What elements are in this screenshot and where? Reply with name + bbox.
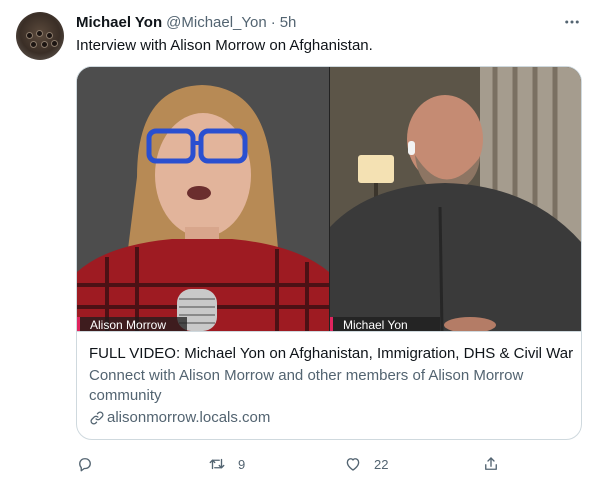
- speaker-right-image: [330, 67, 581, 331]
- speaker-name-tag-right: Michael Yon: [330, 317, 440, 331]
- separator: ·: [270, 13, 276, 31]
- video-panel-left: Alison Morrow: [77, 67, 329, 331]
- tweet[interactable]: Michael Yon @Michael_Yon · 5h Interview …: [0, 0, 598, 484]
- reply-button[interactable]: [76, 452, 94, 476]
- heart-icon: [346, 458, 360, 471]
- card-link-text: alisonmorrow.locals.com: [107, 409, 271, 426]
- tweet-text: Interview with Alison Morrow on Afghanis…: [76, 37, 373, 54]
- timestamp[interactable]: 5h: [280, 14, 297, 31]
- tweet-actions: 9 22: [76, 452, 506, 476]
- link-card[interactable]: Alison Morrow Michael Yon FULL VIDEO: Mi…: [76, 66, 582, 440]
- card-link[interactable]: alisonmorrow.locals.com: [89, 408, 569, 428]
- card-description: Connect with Alison Morrow and other mem…: [89, 367, 524, 404]
- card-info[interactable]: FULL VIDEO: Michael Yon on Afghanistan, …: [77, 331, 581, 439]
- more-options-button[interactable]: [560, 12, 584, 32]
- author-handle[interactable]: @Michael_Yon: [166, 14, 267, 31]
- retweet-count: 9: [238, 456, 246, 472]
- speaker-left-image: [77, 67, 329, 331]
- reply-icon: [79, 458, 91, 472]
- share-button[interactable]: [482, 452, 500, 476]
- avatar[interactable]: [16, 12, 64, 60]
- link-icon: [90, 411, 104, 425]
- like-count: 22: [374, 456, 389, 472]
- tweet-header: Michael Yon @Michael_Yon · 5h: [76, 12, 296, 32]
- card-media[interactable]: Alison Morrow Michael Yon: [77, 67, 581, 331]
- share-icon: [485, 457, 497, 470]
- author-name[interactable]: Michael Yon: [76, 14, 162, 31]
- speaker-name-tag-left: Alison Morrow: [77, 317, 187, 331]
- retweet-icon: [209, 458, 225, 470]
- video-panel-right: Michael Yon: [330, 67, 581, 331]
- retweet-button[interactable]: 9: [208, 452, 245, 476]
- like-button[interactable]: 22: [344, 452, 388, 476]
- more-horizontal-icon: [565, 20, 579, 24]
- card-title: FULL VIDEO: Michael Yon on Afghanistan, …: [89, 345, 574, 362]
